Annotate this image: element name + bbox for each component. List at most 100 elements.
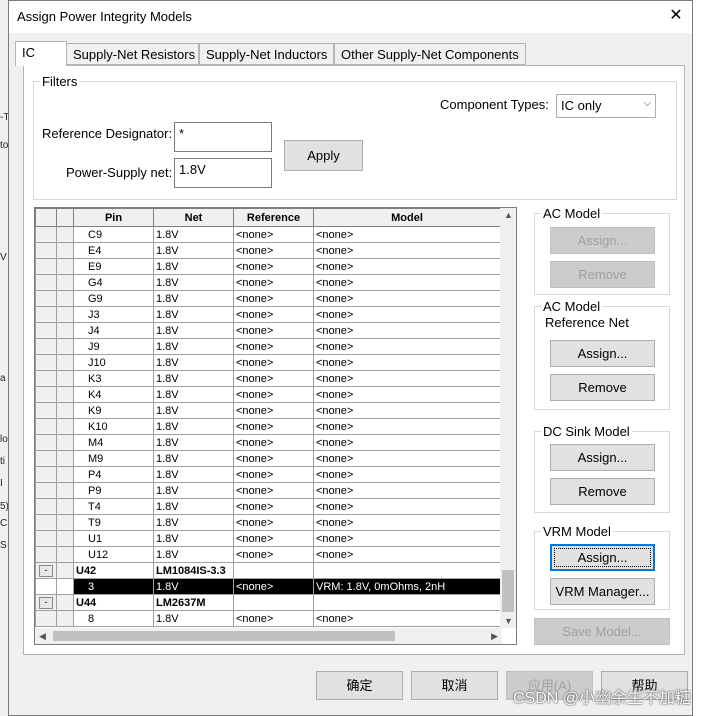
table-header-row: Pin Net Reference Model <box>35 208 501 227</box>
table-row[interactable]: K3 1.8V <none> <none> <box>35 370 501 387</box>
column-header-reference[interactable]: Reference <box>233 208 314 227</box>
cancel-button[interactable]: 取消 <box>411 671 498 700</box>
background-text: ti <box>0 456 5 467</box>
table-row[interactable]: E9 1.8V <none> <none> <box>35 258 501 275</box>
reference-cell: <none> <box>233 354 314 371</box>
reference-cell: <none> <box>233 258 314 275</box>
row-header[interactable] <box>35 402 57 419</box>
model-cell: <none> <box>313 354 501 371</box>
apply-filter-button[interactable]: Apply <box>284 140 363 171</box>
dc-sink-remove-button[interactable]: Remove <box>550 478 655 505</box>
table-row[interactable]: T9 1.8V <none> <none> <box>35 514 501 531</box>
vertical-scroll-thumb[interactable] <box>502 570 514 612</box>
row-header[interactable] <box>35 242 57 259</box>
save-model-button[interactable]: Save Model... <box>534 618 670 645</box>
table-row[interactable]: T4 1.8V <none> <none> <box>35 498 501 515</box>
pin-cell: E9 <box>73 258 154 275</box>
table-row[interactable]: E4 1.8V <none> <none> <box>35 242 501 259</box>
row-header[interactable] <box>35 258 57 275</box>
pin-model-grid: Pin Net Reference Model C9 1.8V <none> <non… <box>34 207 517 645</box>
model-cell: <none> <box>313 306 501 323</box>
row-header[interactable]: - <box>35 562 57 579</box>
reference-designator-input[interactable]: * <box>174 122 272 152</box>
row-header[interactable] <box>35 274 57 291</box>
row-header[interactable] <box>35 354 57 371</box>
table-row[interactable]: K10 1.8V <none> <none> <box>35 418 501 435</box>
row-header[interactable] <box>35 498 57 515</box>
scroll-up-icon[interactable]: ▲ <box>504 210 513 220</box>
table-row[interactable]: 8 1.8V <none> <none> <box>35 610 501 627</box>
tab-supply-net-resistors[interactable]: Supply-Net Resistors <box>66 43 199 65</box>
row-header[interactable] <box>35 290 57 307</box>
ok-button[interactable]: 确定 <box>316 671 403 700</box>
row-header[interactable]: - <box>35 594 57 611</box>
table-row[interactable]: K9 1.8V <none> <none> <box>35 402 501 419</box>
pin-cell: G9 <box>73 290 154 307</box>
table-row[interactable]: P9 1.8V <none> <none> <box>35 482 501 499</box>
scroll-left-icon[interactable]: ◀ <box>39 631 46 642</box>
table-row[interactable]: M9 1.8V <none> <none> <box>35 450 501 467</box>
component-row[interactable]: - U42 LM1084IS-3.3 <box>35 562 501 579</box>
table-row[interactable]: J10 1.8V <none> <none> <box>35 354 501 371</box>
table-row[interactable]: P4 1.8V <none> <none> <box>35 466 501 483</box>
dc-sink-assign-button[interactable]: Assign... <box>550 444 655 471</box>
vertical-scrollbar[interactable]: ▲ ▼ <box>500 208 516 628</box>
row-header[interactable] <box>35 338 57 355</box>
ac-reference-net-legend: AC Model <box>543 299 601 314</box>
row-header[interactable] <box>35 482 57 499</box>
ac-model-assign-button[interactable]: Assign... <box>550 227 655 254</box>
scroll-right-icon[interactable]: ▶ <box>491 631 498 642</box>
table-row[interactable]: M4 1.8V <none> <none> <box>35 434 501 451</box>
table-row[interactable]: 3 1.8V <none> VRM: 1.8V, 0mOhms, 2nH <box>35 578 501 595</box>
table-row[interactable]: G4 1.8V <none> <none> <box>35 274 501 291</box>
table-row[interactable]: K4 1.8V <none> <none> <box>35 386 501 403</box>
ac-reference-net-assign-button[interactable]: Assign... <box>550 340 655 367</box>
component-row[interactable]: - U44 LM2637M <box>35 594 501 611</box>
column-header-net[interactable]: Net <box>153 208 234 227</box>
table-row[interactable]: C9 1.8V <none> <none> <box>35 226 501 243</box>
row-header[interactable] <box>35 322 57 339</box>
ac-reference-net-remove-button[interactable]: Remove <box>550 374 655 401</box>
power-supply-net-input[interactable]: 1.8V <box>174 158 272 188</box>
row-header[interactable] <box>35 370 57 387</box>
row-header[interactable] <box>35 434 57 451</box>
row-header[interactable] <box>35 226 57 243</box>
tab-supply-net-inductors[interactable]: Supply-Net Inductors <box>199 43 334 65</box>
row-indent <box>56 386 74 403</box>
column-header-pin[interactable]: Pin <box>73 208 154 227</box>
component-types-select[interactable]: IC only ⌵ <box>556 94 656 118</box>
row-header[interactable] <box>35 466 57 483</box>
ac-model-remove-button[interactable]: Remove <box>550 261 655 288</box>
collapse-icon[interactable]: - <box>39 597 53 609</box>
table-row[interactable]: U12 1.8V <none> <none> <box>35 546 501 563</box>
table-row[interactable]: J3 1.8V <none> <none> <box>35 306 501 323</box>
row-header[interactable] <box>35 450 57 467</box>
horizontal-scroll-thumb[interactable] <box>53 631 395 641</box>
row-header[interactable] <box>35 418 57 435</box>
row-indent <box>56 466 74 483</box>
table-row[interactable]: J4 1.8V <none> <none> <box>35 322 501 339</box>
row-header[interactable] <box>35 610 57 627</box>
vrm-assign-button[interactable]: Assign... <box>550 544 655 571</box>
row-indent <box>56 226 74 243</box>
table-row[interactable]: U1 1.8V <none> <none> <box>35 530 501 547</box>
row-header[interactable] <box>35 578 57 595</box>
row-header[interactable] <box>35 386 57 403</box>
row-header[interactable] <box>35 546 57 563</box>
tab-other-supply-net-components[interactable]: Other Supply-Net Components <box>334 43 526 65</box>
vrm-manager-button[interactable]: VRM Manager... <box>550 578 655 605</box>
model-cell: <none> <box>313 386 501 403</box>
scroll-down-icon[interactable]: ▼ <box>504 616 513 626</box>
table-row[interactable]: J9 1.8V <none> <none> <box>35 338 501 355</box>
row-header[interactable] <box>35 514 57 531</box>
table-row[interactable]: G9 1.8V <none> <none> <box>35 290 501 307</box>
tab-ic[interactable]: IC <box>15 41 67 66</box>
row-header[interactable] <box>35 530 57 547</box>
close-icon[interactable]: ✕ <box>664 5 688 27</box>
reference-cell: <none> <box>233 514 314 531</box>
row-header[interactable] <box>35 306 57 323</box>
model-cell: <none> <box>313 338 501 355</box>
column-header-model[interactable]: Model <box>313 208 501 227</box>
horizontal-scrollbar[interactable]: ◀ ▶ <box>35 628 502 644</box>
collapse-icon[interactable]: - <box>39 565 53 577</box>
